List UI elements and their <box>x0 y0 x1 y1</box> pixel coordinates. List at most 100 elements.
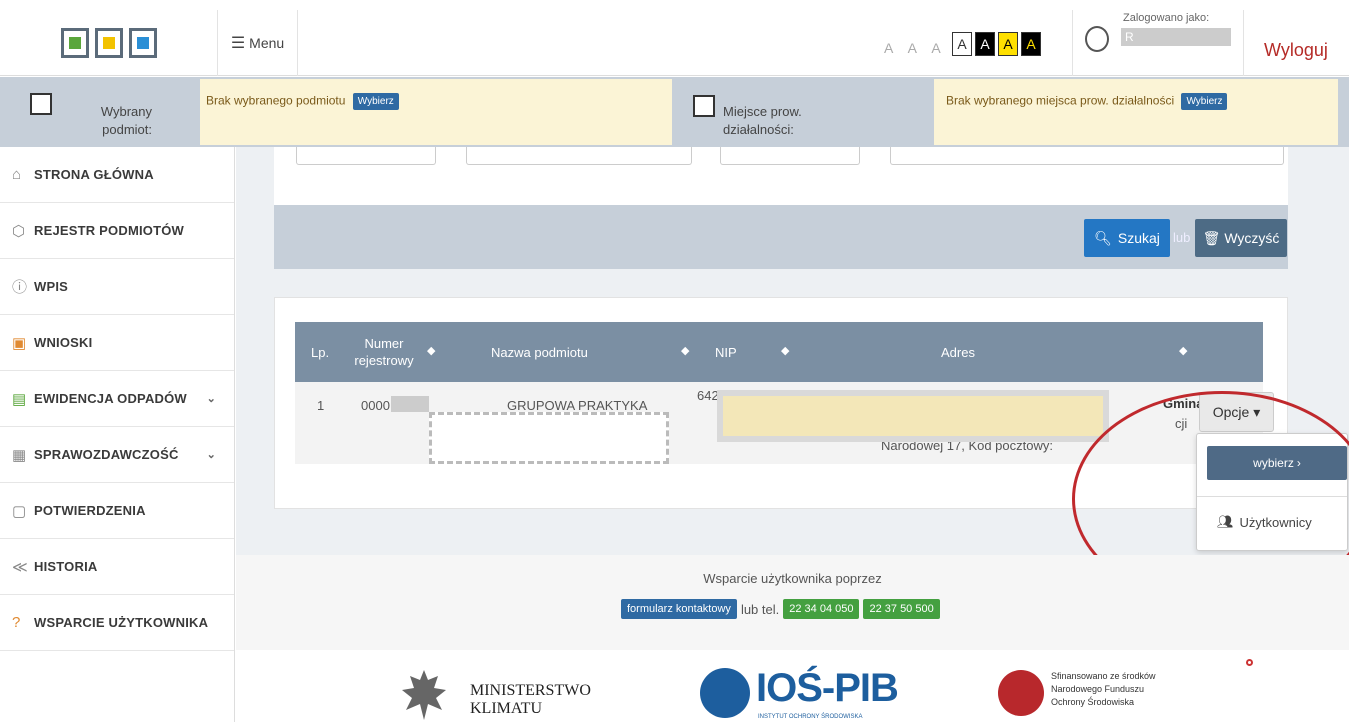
font-size-switcher[interactable]: A A A <box>884 40 947 56</box>
filter-field[interactable] <box>296 147 436 165</box>
logo-box-o <box>128 28 157 58</box>
phone-label: lub tel. <box>740 601 780 617</box>
cell-name: GRUPOWA PRAKTYKA <box>507 398 648 413</box>
rewind-icon: ≪ <box>12 558 28 576</box>
sort-icon[interactable]: ◆ <box>427 344 435 357</box>
polish-eagle-emblem <box>402 670 446 720</box>
subject-bar: Wybrany podmiot: Brak wybranego podmiotu… <box>0 77 1349 147</box>
contrast-yellow-black[interactable]: A <box>998 32 1018 56</box>
sidebar-item-label: HISTORIA <box>34 559 98 574</box>
sidebar-item-label: REJESTR PODMIOTÓW <box>34 223 185 238</box>
nfos-line3: Ochrony Środowiska <box>1051 697 1135 707</box>
contrast-default[interactable]: A <box>952 32 972 56</box>
hamburger-icon: ☰ <box>230 35 246 52</box>
clipboard-icon: ▦ <box>12 446 27 464</box>
ios-pib-icon <box>700 668 750 718</box>
or-label: lub <box>1173 230 1191 245</box>
sidebar-item-registry[interactable]: ⬡ REJESTR PODMIOTÓW <box>0 203 234 259</box>
bdo-logo[interactable] <box>0 10 218 76</box>
cube-icon: ⬡ <box>12 222 26 240</box>
clear-button-label: Wyczyść <box>1224 230 1280 246</box>
redacted-address <box>717 390 1109 442</box>
column-header-address[interactable]: Adres <box>941 322 975 382</box>
search-button[interactable]: 🔍︎ Szukaj <box>1084 219 1170 257</box>
nfos-line2: Narodowego Funduszu <box>1051 684 1145 694</box>
search-icon: 🔍︎ <box>1094 229 1112 246</box>
ios-pib-logo: IOŚ-PIB <box>756 666 899 710</box>
menu-label: Menu <box>249 35 285 51</box>
logo-box-d <box>94 28 123 58</box>
subject-label: Wybrany podmiot: <box>100 104 152 137</box>
ios-pib-subtitle: INSTYTUT OCHRONY ŚRODOWISKA <box>758 714 863 720</box>
contrast-black-yellow[interactable]: A <box>1021 32 1041 56</box>
cell-number: 0000 <box>361 398 390 413</box>
clear-button[interactable]: 🗑︎ Wyczyść <box>1195 219 1287 257</box>
top-header: ☰ Menu A A A A A A A Zalogowano jako: R … <box>0 0 1349 76</box>
list-icon: ▤ <box>12 390 27 408</box>
sidebar-item-label: SPRAWOZDAWCZOŚĆ <box>34 447 179 462</box>
home-icon: ⌂ <box>12 166 22 183</box>
trash-icon: 🗑︎ <box>1202 229 1221 246</box>
menu-button[interactable]: ☰ Menu <box>218 10 298 76</box>
contrast-black-white[interactable]: A <box>975 32 995 56</box>
filter-field[interactable] <box>720 147 860 165</box>
place-status: Brak wybranego miejsca prow. działalnośc… <box>946 93 1175 108</box>
sidebar-item-home[interactable]: ⌂ STRONA GŁÓWNA <box>0 147 234 203</box>
sort-icon[interactable]: ◆ <box>781 344 789 357</box>
column-header-nip[interactable]: NIP <box>715 322 737 382</box>
subject-icon <box>30 93 52 115</box>
sidebar-item-label: EWIDENCJA ODPADÓW <box>34 391 187 406</box>
filter-field[interactable] <box>890 147 1284 165</box>
user-icon <box>1085 26 1109 52</box>
chevron-down-icon: ⌄ <box>206 393 216 405</box>
nfosigw-emblem <box>998 670 1044 716</box>
square-icon: ▢ <box>12 502 27 520</box>
logged-in-label: Zalogowano jako: <box>1123 12 1210 24</box>
sidebar-item-waste-records[interactable]: ▤ EWIDENCJA ODPADÓW ⌄ <box>0 371 234 427</box>
contrast-switcher: A A A A <box>952 32 1041 56</box>
ministry-logo-text: MINISTERSTWO KLIMATU <box>470 682 591 718</box>
sidebar-item-label: STRONA GŁÓWNA <box>34 167 154 182</box>
select-place-button[interactable]: Wybierz <box>1181 93 1228 110</box>
logo-box-b <box>60 28 89 58</box>
user-area: Zalogowano jako: R <box>1072 10 1244 76</box>
place-label: Miejsce prow. działalności: <box>723 104 802 137</box>
nfos-line1: Sfinansowano ze środków <box>1051 671 1156 681</box>
contact-form-button[interactable]: formularz kontaktowy <box>621 599 737 619</box>
sort-icon[interactable]: ◆ <box>681 344 689 357</box>
calendar-icon: ▣ <box>12 334 27 352</box>
help-icon: ? <box>12 614 21 631</box>
support-title: Wsparcie użytkownika poprzez <box>703 571 882 586</box>
sidebar-item-confirmations[interactable]: ▢ POTWIERDZENIA <box>0 483 234 539</box>
place-status-box: Brak wybranego miejsca prow. działalnośc… <box>934 79 1338 145</box>
column-header-name[interactable]: Nazwa podmiotu <box>491 322 588 382</box>
partner-logos: MINISTERSTWO KLIMATU IOŚ-PIB INSTYTUT OC… <box>236 650 1349 722</box>
sidebar-item-history[interactable]: ≪ HISTORIA <box>0 539 234 595</box>
sidebar-item-applications[interactable]: ▣ WNIOSKI <box>0 315 234 371</box>
sidebar: ⌂ STRONA GŁÓWNA ⬡ REJESTR PODMIOTÓW ⓘ WP… <box>0 147 235 722</box>
subject-status-box: Brak wybranego podmiotu Wybierz <box>200 79 672 145</box>
table-header: Lp. Numer rejestrowy ◆ Nazwa podmiotu ◆ … <box>295 322 1263 382</box>
cell-lp: 1 <box>317 398 325 413</box>
info-icon: ⓘ <box>12 279 28 296</box>
sort-icon[interactable]: ◆ <box>1179 344 1187 357</box>
place-icon <box>693 95 715 117</box>
column-header-number[interactable]: Numer rejestrowy <box>349 322 419 382</box>
phone-number-1[interactable]: 22 34 04 050 <box>783 599 860 619</box>
sidebar-item-support[interactable]: ? WSPARCIE UŻYTKOWNIKA <box>0 595 234 651</box>
nfosigw-text: Sfinansowano ze środków Narodowego Fundu… <box>1051 670 1156 709</box>
red-dot-marker <box>1246 659 1253 666</box>
redacted-name <box>429 412 669 464</box>
sidebar-item-reporting[interactable]: ▦ SPRAWOZDAWCZOŚĆ ⌄ <box>0 427 234 483</box>
support-section: Wsparcie użytkownika poprzez formularz k… <box>236 555 1349 650</box>
sidebar-item-label: WPIS <box>34 279 69 294</box>
sidebar-item-label: POTWIERDZENIA <box>34 503 146 518</box>
sidebar-item-label: WNIOSKI <box>34 335 93 350</box>
phone-number-2[interactable]: 22 37 50 500 <box>863 599 940 619</box>
logout-link[interactable]: Wyloguj <box>1264 40 1328 61</box>
select-subject-button[interactable]: Wybierz <box>352 93 399 110</box>
ministry-line1: MINISTERSTWO <box>470 682 591 699</box>
filter-field[interactable] <box>466 147 692 165</box>
sidebar-item-entry[interactable]: ⓘ WPIS <box>0 259 234 315</box>
subject-status: Brak wybranego podmiotu <box>206 93 346 108</box>
